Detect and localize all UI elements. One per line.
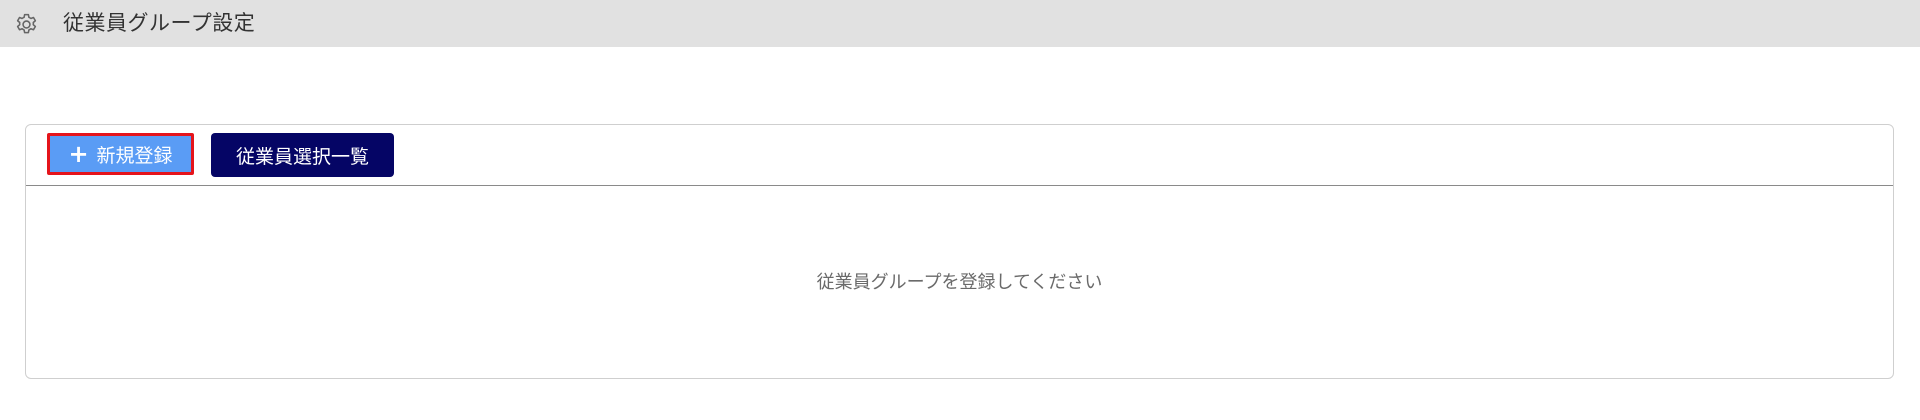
gear-icon <box>16 13 37 34</box>
employee-selection-list-label: 従業員選択一覧 <box>235 145 369 168</box>
group-panel: + 新規登録 従業員選択一覧 従業員グループを登録してください <box>25 124 1894 379</box>
employee-selection-list-button[interactable]: 従業員選択一覧 <box>211 133 394 177</box>
new-registration-button[interactable]: + 新規登録 <box>47 133 194 175</box>
page-header: 従業員グループ設定 <box>0 0 1920 47</box>
panel-toolbar: + 新規登録 従業員選択一覧 <box>26 125 1893 186</box>
new-registration-label: 新規登録 <box>96 144 173 167</box>
page-title: 従業員グループ設定 <box>63 11 256 35</box>
plus-icon: + <box>68 140 89 168</box>
empty-state-message: 従業員グループを登録してください <box>816 272 1103 293</box>
